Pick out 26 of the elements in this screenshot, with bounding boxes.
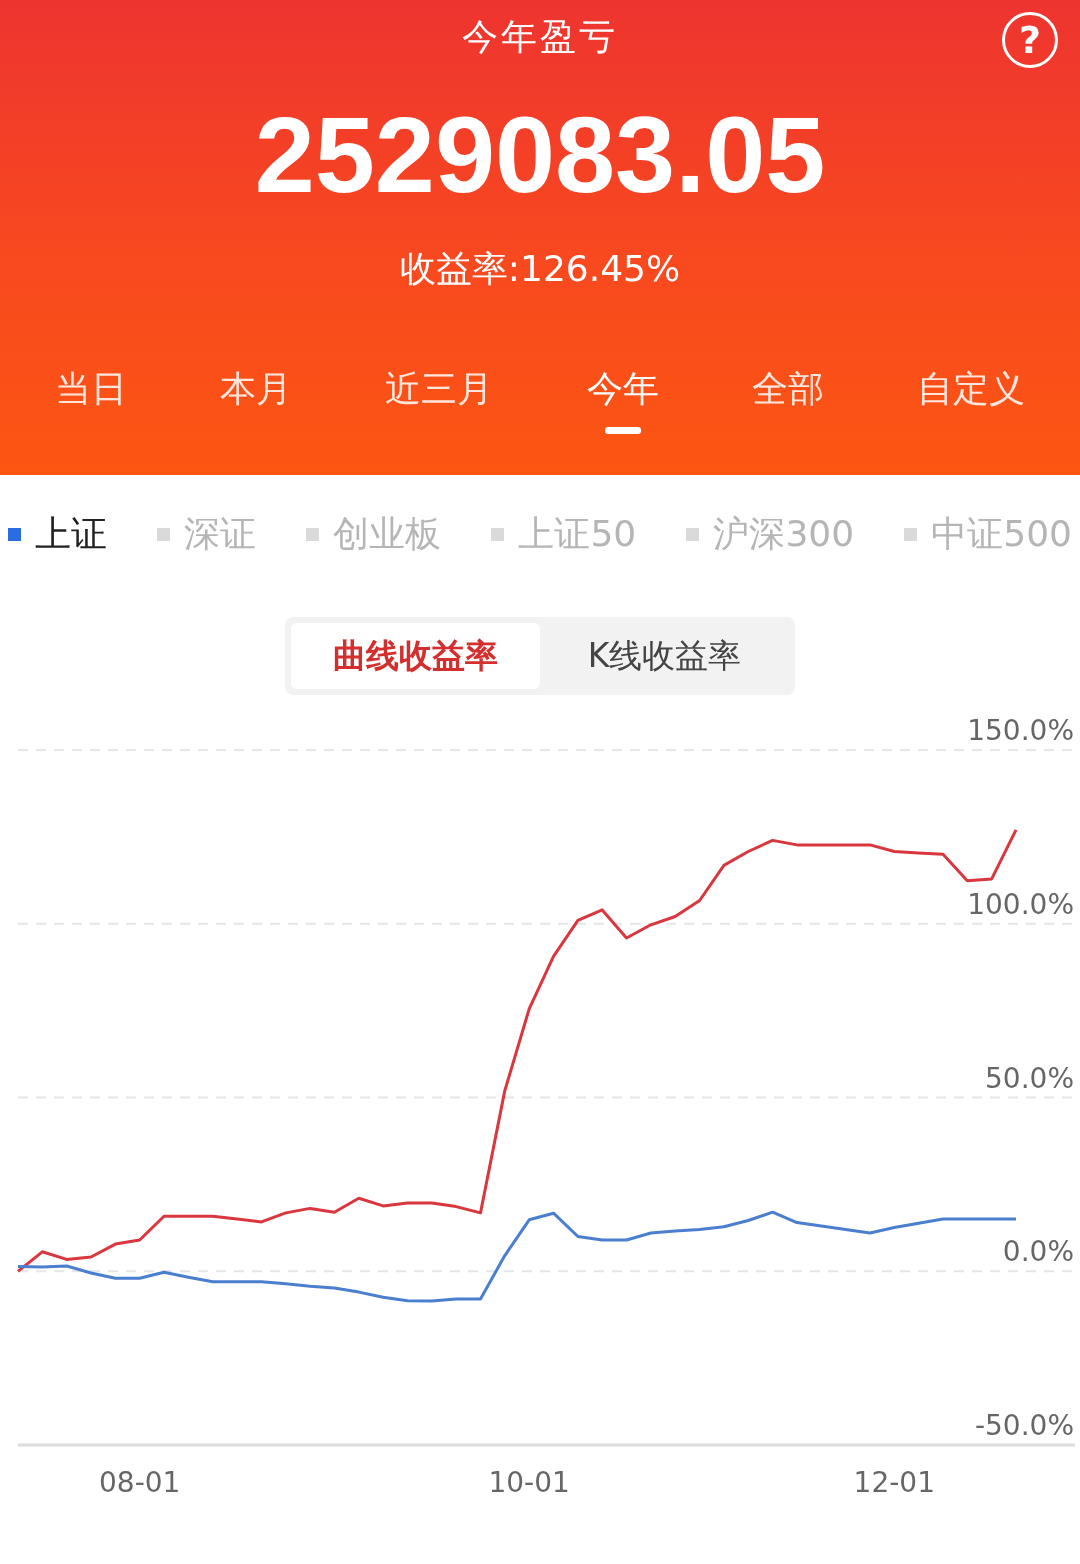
- period-tab[interactable]: 今年: [586, 361, 659, 434]
- y-tick-label: -50.0%: [974, 1408, 1074, 1442]
- help-button[interactable]: ?: [1002, 12, 1058, 68]
- x-tick-label: 08-01: [99, 1465, 181, 1499]
- profit-amount: 2529083.05: [254, 93, 826, 217]
- y-tick-label: 100.0%: [967, 887, 1074, 921]
- index-tab[interactable]: 深证: [157, 507, 257, 561]
- mode-tab[interactable]: K线收益率: [540, 623, 789, 689]
- index-tab[interactable]: 沪深300: [686, 507, 855, 561]
- index-tab[interactable]: 上证50: [491, 507, 637, 561]
- period-tab[interactable]: 自定义: [917, 361, 1026, 434]
- period-tab[interactable]: 本月: [220, 361, 292, 434]
- index-tab[interactable]: 上证: [8, 507, 107, 561]
- period-tab[interactable]: 全部: [751, 361, 824, 434]
- mode-tab[interactable]: 曲线收益率: [291, 623, 540, 689]
- index-tab[interactable]: 创业板: [306, 507, 442, 561]
- period-tab[interactable]: 近三月: [385, 361, 494, 434]
- yield-rate: 收益率:126.45%: [399, 246, 681, 291]
- y-tick-label: 0.0%: [1002, 1234, 1074, 1268]
- x-tick-label: 12-01: [853, 1465, 935, 1499]
- x-tick-label: 10-01: [488, 1465, 570, 1499]
- header-title: 今年盈亏: [462, 15, 618, 59]
- index-tab[interactable]: 中证500: [904, 507, 1072, 561]
- y-tick-label: 150.0%: [967, 713, 1074, 747]
- y-tick-label: 50.0%: [985, 1061, 1074, 1094]
- period-tab[interactable]: 当日: [54, 361, 127, 434]
